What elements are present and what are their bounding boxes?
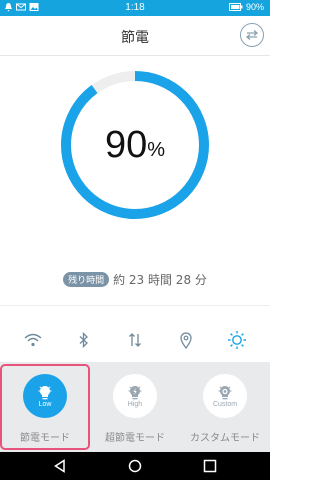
bluetooth-icon bbox=[79, 332, 88, 348]
mode-custom[interactable]: Custom カスタムモード bbox=[182, 366, 268, 448]
mode-low-circle: Low bbox=[23, 374, 67, 418]
mode-selector: Low 節電モード High 超節電モード Custom カスタムモード bbox=[0, 362, 270, 452]
mode-high-label: 超節電モード bbox=[105, 433, 165, 444]
wifi-toggle[interactable] bbox=[23, 330, 43, 350]
mode-low-tier: Low bbox=[38, 400, 52, 408]
lightbulb-icon bbox=[38, 385, 52, 399]
mode-low-label: 節電モード bbox=[20, 433, 70, 444]
data-toggle[interactable] bbox=[125, 330, 145, 350]
battery-level-value: 90 bbox=[104, 123, 148, 166]
recents-square-icon[interactable] bbox=[203, 459, 217, 473]
bluetooth-toggle[interactable] bbox=[74, 330, 94, 350]
mode-custom-circle: Custom bbox=[203, 374, 247, 418]
lightbulb-gear-icon bbox=[218, 385, 232, 399]
mode-high[interactable]: High 超節電モード bbox=[92, 366, 178, 448]
remaining-time-text: 約 23 時間 28 分 bbox=[113, 273, 207, 287]
mode-high-circle: High bbox=[113, 374, 157, 418]
battery-level-readout: 90 % bbox=[60, 70, 210, 220]
lightbulb-bolt-icon bbox=[128, 385, 142, 399]
battery-percent: 90% bbox=[245, 2, 264, 12]
mode-high-tier: High bbox=[127, 400, 143, 408]
location-icon bbox=[180, 331, 192, 349]
swap-arrows-icon bbox=[245, 30, 259, 40]
data-transfer-icon bbox=[129, 333, 141, 347]
brightness-icon bbox=[228, 331, 246, 349]
remaining-time-badge: 残り時間 bbox=[63, 272, 110, 287]
app-bar: 節電 bbox=[0, 16, 270, 56]
mode-low[interactable]: Low 節電モード bbox=[0, 364, 90, 450]
battery-indicator: 90% bbox=[228, 2, 264, 12]
brightness-toggle[interactable] bbox=[227, 330, 247, 350]
remaining-time: 残り時間 約 23 時間 28 分 bbox=[0, 271, 270, 288]
mode-switch-button[interactable] bbox=[240, 23, 264, 47]
system-nav-bar bbox=[0, 452, 270, 480]
mode-custom-label: カスタムモード bbox=[190, 433, 260, 444]
mode-custom-tier: Custom bbox=[212, 400, 238, 408]
home-circle-icon[interactable] bbox=[128, 459, 142, 473]
status-bar: 1:18 90% bbox=[0, 0, 270, 16]
battery-level-unit: % bbox=[147, 138, 166, 161]
divider bbox=[0, 305, 270, 306]
back-triangle-icon[interactable] bbox=[53, 459, 67, 473]
page-title: 節電 bbox=[121, 30, 149, 46]
wifi-icon bbox=[24, 333, 42, 347]
quick-toggle-row bbox=[0, 322, 270, 356]
location-toggle[interactable] bbox=[176, 330, 196, 350]
battery-icon bbox=[228, 3, 243, 11]
